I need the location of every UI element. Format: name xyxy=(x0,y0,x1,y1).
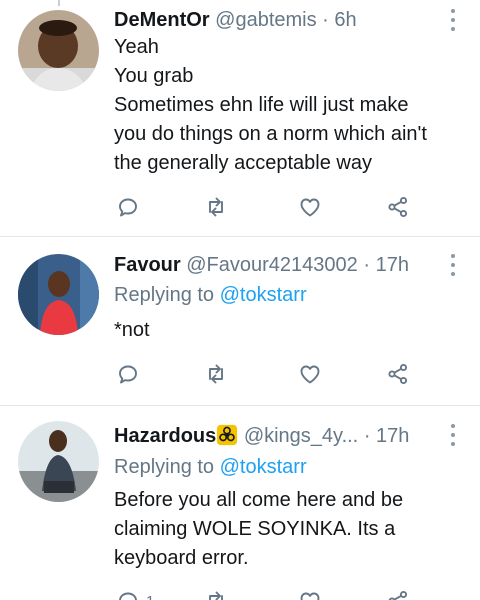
like-button[interactable] xyxy=(298,361,322,387)
like-button[interactable] xyxy=(298,194,322,220)
tweet-text-line: *not xyxy=(114,319,150,341)
tweet-text-line: you do things on a norm which ain't xyxy=(114,123,427,145)
tweet-text: *not xyxy=(114,316,460,345)
share-button[interactable] xyxy=(386,588,410,600)
tweet-header: DeMentOr @gabtemis · 6h xyxy=(114,8,357,32)
tweet-actions xyxy=(116,194,426,220)
timestamp[interactable]: 17h xyxy=(376,425,409,447)
replying-to: Replying to @tokstarr xyxy=(114,455,307,479)
separator: · xyxy=(363,425,371,447)
user-handle[interactable]: @gabtemis xyxy=(215,9,316,31)
replying-to: Replying to @tokstarr xyxy=(114,283,307,307)
mention-link[interactable]: @tokstarr xyxy=(220,456,307,478)
tweet-header: Hazardous @kings_4y... · 17h xyxy=(114,424,409,448)
retweet-icon xyxy=(209,591,223,600)
tweet[interactable]: Hazardous @kings_4y... · 17h Replying to… xyxy=(0,406,480,600)
reply-button[interactable] xyxy=(116,194,140,220)
share-icon xyxy=(388,590,408,600)
display-name[interactable]: Favour xyxy=(114,254,181,276)
reply-count: 1 xyxy=(146,593,154,600)
tweet[interactable]: Favour @Favour42143002 · 17h Replying to… xyxy=(0,237,480,405)
reply-icon xyxy=(119,592,137,600)
tweet[interactable]: DeMentOr @gabtemis · 6h Yeah You grab So… xyxy=(0,0,480,236)
reply-button[interactable] xyxy=(116,361,140,387)
heart-icon xyxy=(300,198,320,217)
replying-to-label: Replying to xyxy=(114,456,215,478)
biohazard-icon xyxy=(217,424,238,446)
display-name[interactable]: DeMentOr xyxy=(114,9,210,31)
retweet-button[interactable] xyxy=(204,194,228,220)
reply-icon xyxy=(119,198,137,217)
more-options-icon[interactable] xyxy=(450,9,456,31)
display-name[interactable]: Hazardous xyxy=(114,425,216,447)
retweet-button[interactable] xyxy=(204,588,228,600)
tweet-text-line: the generally acceptable way xyxy=(114,152,372,174)
tweet-text-line: keyboard error. xyxy=(114,547,249,569)
more-options-icon[interactable] xyxy=(450,424,456,446)
tweet-header: Favour @Favour42143002 · 17h xyxy=(114,253,409,277)
heart-icon xyxy=(300,365,320,384)
more-options-icon[interactable] xyxy=(450,254,456,276)
tweet-text-line: You grab xyxy=(114,65,194,87)
reply-icon xyxy=(119,365,137,384)
retweet-icon xyxy=(209,197,223,217)
tweet-text-line: claiming WOLE SOYINKA. Its a xyxy=(114,518,396,540)
tweet-text: Before you all come here and be claiming… xyxy=(114,486,460,573)
avatar[interactable] xyxy=(18,254,99,335)
reply-button[interactable]: 1 xyxy=(116,588,154,600)
separator: · xyxy=(363,254,371,276)
avatar[interactable] xyxy=(18,421,99,502)
timestamp[interactable]: 17h xyxy=(376,254,409,276)
tweet-actions xyxy=(116,361,426,387)
user-handle[interactable]: @kings_4y... xyxy=(244,425,358,447)
user-handle[interactable]: @Favour42143002 xyxy=(186,254,358,276)
share-icon xyxy=(388,363,408,385)
tweet-text-line: Before you all come here and be xyxy=(114,489,404,511)
tweet-text-line: Sometimes ehn life will just make xyxy=(114,94,409,116)
tweet-text-line: Yeah xyxy=(114,36,159,58)
like-button[interactable] xyxy=(298,588,322,600)
mention-link[interactable]: @tokstarr xyxy=(220,284,307,306)
tweet-text: Yeah You grab Sometimes ehn life will ju… xyxy=(114,33,460,178)
replying-to-label: Replying to xyxy=(114,284,215,306)
share-button[interactable] xyxy=(386,194,410,220)
heart-icon xyxy=(300,592,320,600)
timestamp[interactable]: 6h xyxy=(334,9,356,31)
share-button[interactable] xyxy=(386,361,410,387)
retweet-icon xyxy=(209,364,223,384)
retweet-button[interactable] xyxy=(204,361,228,387)
avatar[interactable] xyxy=(18,10,99,91)
share-icon xyxy=(388,196,408,218)
separator: · xyxy=(322,9,329,31)
tweet-actions: 1 xyxy=(116,588,426,600)
